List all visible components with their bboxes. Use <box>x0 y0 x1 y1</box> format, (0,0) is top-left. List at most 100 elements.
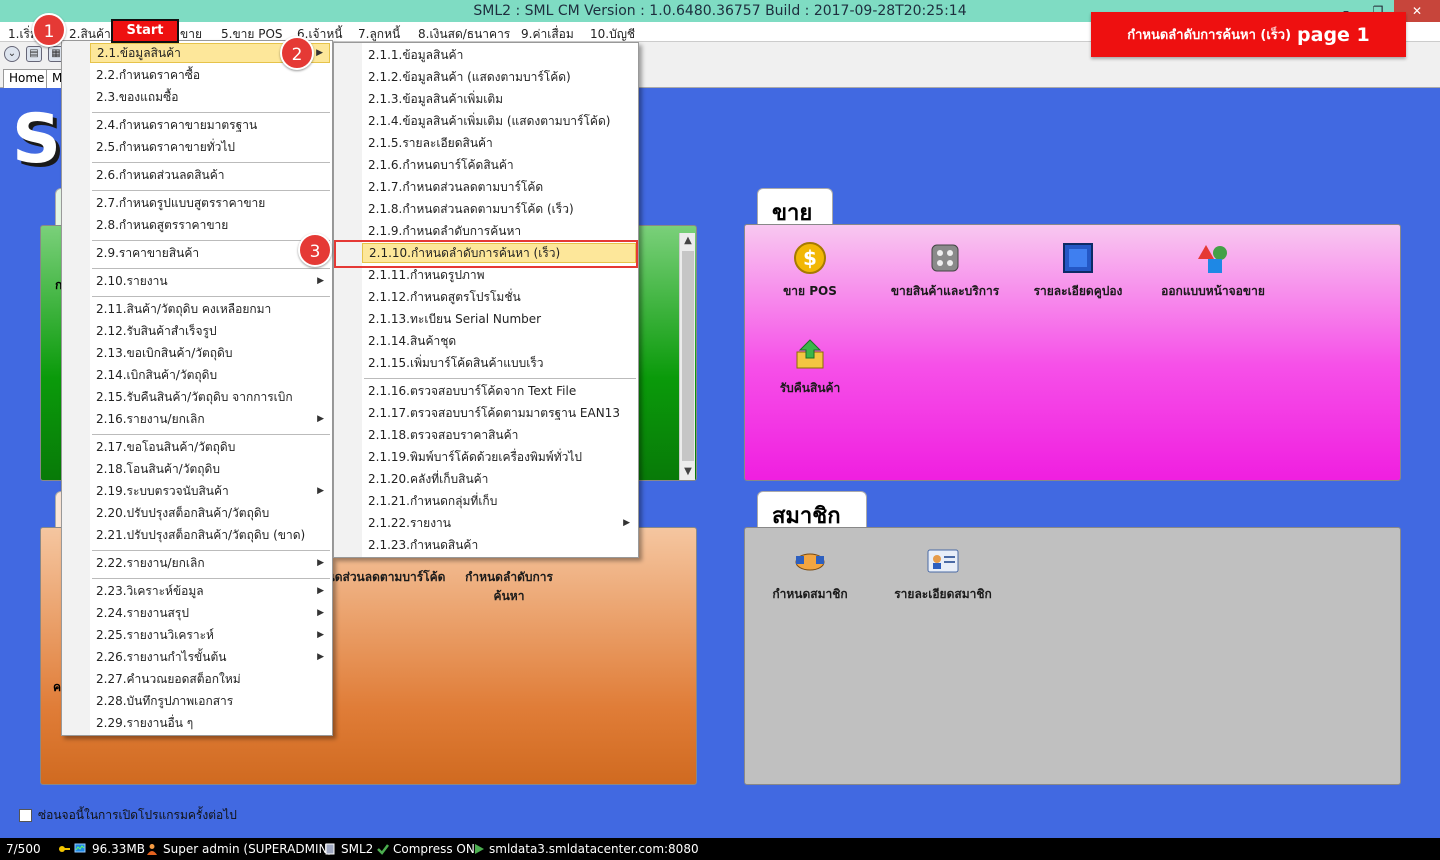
menu-2-1-4[interactable]: 2.1.4.ข้อมูลสินค้าเพิ่มเติม (แสดงตามบาร์… <box>362 111 636 131</box>
menu-2-1-23[interactable]: 2.1.23.กำหนดสินค้า <box>362 535 636 555</box>
tile-design-screen[interactable]: ออกแบบหน้าจอขาย <box>1138 241 1288 301</box>
chevron-down-icon[interactable]: ⌄ <box>4 46 20 62</box>
menu-2-26[interactable]: 2.26.รายงานกำไรขั้นต้น ▶ <box>90 647 330 667</box>
menu-2-1-20[interactable]: 2.1.20.คลังที่เก็บสินค้า <box>362 469 636 489</box>
menu-2-17[interactable]: 2.17.ขอโอนสินค้า/วัตถุดิบ <box>90 437 330 457</box>
menu-separator <box>92 578 330 579</box>
menu-2-10[interactable]: 2.10.รายงาน ▶ <box>90 271 330 291</box>
app-logo: S <box>12 100 61 179</box>
tile-sale-service[interactable]: ขายสินค้าและบริการ <box>870 241 1020 301</box>
submenu-arrow-icon: ▶ <box>316 48 323 58</box>
start-callout: Start <box>111 19 179 43</box>
tile-define-member[interactable]: กำหนดสมาชิก <box>735 544 885 604</box>
member-panel-tab: สมาชิก <box>757 491 867 529</box>
menu-2-1-9[interactable]: 2.1.9.กำหนดลำดับการค้นหา <box>362 221 636 241</box>
menu-2-1-11[interactable]: 2.1.11.กำหนดรูปภาพ <box>362 265 636 285</box>
scroll-down-icon[interactable]: ▼ <box>680 464 696 480</box>
scroll-up-icon[interactable]: ▲ <box>680 233 696 249</box>
status-memory: 96.33MB <box>92 842 145 856</box>
menu-2-5[interactable]: 2.5.กำหนดราคาขายทั่วไป <box>90 137 330 157</box>
menu-2-15[interactable]: 2.15.รับคืนสินค้า/วัตถุดิบ จากการเบิก <box>90 387 330 407</box>
menu-2-14[interactable]: 2.14.เบิกสินค้า/วัตถุดิบ <box>90 365 330 385</box>
menu-2-8[interactable]: 2.8.กำหนดสูตรราคาขาย <box>90 215 330 235</box>
highlight-box <box>334 240 638 268</box>
submenu-arrow-icon: ▶ <box>317 630 324 640</box>
status-count: 7/500 <box>6 842 41 856</box>
step-badge-1: 1 <box>32 13 66 47</box>
svg-text:$: $ <box>803 246 817 270</box>
status-server: smldata3.smldatacenter.com:8080 <box>489 842 699 856</box>
menu-2-3[interactable]: 2.3.ของแถมซื้อ <box>90 87 330 107</box>
submenu-arrow-icon: ▶ <box>317 276 324 286</box>
status-bar: 7/500 96.33MB Super admin (SUPERADMIN) S… <box>0 838 1440 860</box>
submenu-arrow-icon: ▶ <box>317 414 324 424</box>
tile-member-detail[interactable]: รายละเอียดสมาชิก <box>868 544 1018 604</box>
menu-2-16[interactable]: 2.16.รายงาน/ยกเลิก ▶ <box>90 409 330 429</box>
menu-separator <box>92 240 330 241</box>
menu-2-22[interactable]: 2.22.รายงาน/ยกเลิก ▶ <box>90 553 330 573</box>
menu-2-6[interactable]: 2.6.กำหนดส่วนลดสินค้า <box>90 165 330 185</box>
menu-2-27[interactable]: 2.27.คำนวณยอดสต็อกใหม่ <box>90 669 330 689</box>
status-user: Super admin (SUPERADMIN) <box>163 842 333 856</box>
menu-2-13[interactable]: 2.13.ขอเบิกสินค้า/วัตถุดิบ <box>90 343 330 363</box>
menu-2-25[interactable]: 2.25.รายงานวิเคราะห์ ▶ <box>90 625 330 645</box>
member-card-icon <box>927 549 959 573</box>
tile-return-goods[interactable]: รับคืนสินค้า <box>735 338 885 398</box>
menu-2-1-14[interactable]: 2.1.14.สินค้าชุด <box>362 331 636 351</box>
check-icon <box>377 844 389 855</box>
menu-2-20[interactable]: 2.20.ปรับปรุงสต็อกสินค้า/วัตถุดิบ <box>90 503 330 523</box>
panel-scrollbar[interactable]: ▲ ▼ <box>679 233 695 480</box>
step-badge-2: 2 <box>280 36 314 70</box>
menu-2-23[interactable]: 2.23.วิเคราะห์ข้อมูล ▶ <box>90 581 330 601</box>
submenu-arrow-icon: ▶ <box>317 486 324 496</box>
inventory-menu: 2.1.ข้อมูลสินค้า ▶ 2.2.กำหนดราคาซื้อ 2.3.… <box>61 40 333 736</box>
menu-2-1-22[interactable]: 2.1.22.รายงาน ▶ <box>362 513 636 533</box>
menu-2-11[interactable]: 2.11.สินค้า/วัตถุดิบ คงเหลือยกมา <box>90 299 330 319</box>
menu-2-1-6[interactable]: 2.1.6.กำหนดบาร์โค้ดสินค้า <box>362 155 636 175</box>
hide-screen-label: ซ่อนจอนี้ในการเปิดโปรแกรมครั้งต่อไป <box>38 808 237 822</box>
menu-2-1-5[interactable]: 2.1.5.รายละเอียดสินค้า <box>362 133 636 153</box>
menu-2-21[interactable]: 2.21.ปรับปรุงสต็อกสินค้า/วัตถุดิบ (ขาด) <box>90 525 330 545</box>
panel-icon[interactable]: ▤ <box>26 46 42 62</box>
menu-2-1-13[interactable]: 2.1.13.ทะเบียน Serial Number <box>362 309 636 329</box>
coupon-icon <box>1063 243 1093 273</box>
sale-panel-tab: ขาย <box>757 188 833 226</box>
menu-separator <box>92 550 330 551</box>
banner-page: page 1 <box>1297 23 1370 46</box>
menu-2-4[interactable]: 2.4.กำหนดราคาขายมาตรฐาน <box>90 115 330 135</box>
tab-home[interactable]: Home <box>3 69 51 88</box>
menu-2-1-7[interactable]: 2.1.7.กำหนดส่วนลดตามบาร์โค้ด <box>362 177 636 197</box>
shapes-icon <box>1198 245 1227 273</box>
menu-2-1-3[interactable]: 2.1.3.ข้อมูลสินค้าเพิ่มเติม <box>362 89 636 109</box>
menu-separator <box>364 378 636 379</box>
menu-2-1-21[interactable]: 2.1.21.กำหนดกลุ่มที่เก็บ <box>362 491 636 511</box>
scroll-thumb[interactable] <box>682 251 694 461</box>
menu-2-18[interactable]: 2.18.โอนสินค้า/วัตถุดิบ <box>90 459 330 479</box>
menu-separator <box>92 112 330 113</box>
status-app: SML2 <box>341 842 374 856</box>
menu-2-1-8[interactable]: 2.1.8.กำหนดส่วนลดตามบาร์โค้ด (เร็ว) <box>362 199 636 219</box>
submenu-arrow-icon: ▶ <box>623 518 630 528</box>
menu-2-1-18[interactable]: 2.1.18.ตรวจสอบราคาสินค้า <box>362 425 636 445</box>
menu-2-1-16[interactable]: 2.1.16.ตรวจสอบบาร์โค้ดจาก Text File <box>362 381 636 401</box>
menu-2-1-1[interactable]: 2.1.1.ข้อมูลสินค้า <box>362 45 636 65</box>
submenu-arrow-icon: ▶ <box>317 558 324 568</box>
menu-2-29[interactable]: 2.29.รายงานอื่น ๆ <box>90 713 330 733</box>
hide-screen-checkbox[interactable] <box>19 809 32 822</box>
tile-pos[interactable]: $ ขาย POS <box>735 241 885 301</box>
menu-2-1-17[interactable]: 2.1.17.ตรวจสอบบาร์โค้ดตามมาตรฐาน EAN13 <box>362 403 636 423</box>
menu-2-28[interactable]: 2.28.บันทึกรูปภาพเอกสาร <box>90 691 330 711</box>
calculator-icon <box>931 244 959 272</box>
menu-2-1-15[interactable]: 2.1.15.เพิ่มบาร์โค้ดสินค้าแบบเร็ว <box>362 353 636 373</box>
menu-2-24[interactable]: 2.24.รายงานสรุป ▶ <box>90 603 330 623</box>
menu-2-12[interactable]: 2.12.รับสินค้าสำเร็จรูป <box>90 321 330 341</box>
tile-coupon[interactable]: รายละเอียดคูปอง <box>1003 241 1153 301</box>
menu-2-9[interactable]: 2.9.ราคาขายสินค้า <box>90 243 330 263</box>
menu-2-19[interactable]: 2.19.ระบบตรวจนับสินค้า ▶ <box>90 481 330 501</box>
menu-2-1-2[interactable]: 2.1.2.ข้อมูลสินค้า (แสดงตามบาร์โค้ด) <box>362 67 636 87</box>
menu-2-1-12[interactable]: 2.1.12.กำหนดสูตรโปรโมชั่น <box>362 287 636 307</box>
menu-2-1-19[interactable]: 2.1.19.พิมพ์บาร์โค้ดด้วยเครื่องพิมพ์ทั่ว… <box>362 447 636 467</box>
menu-2-7[interactable]: 2.7.กำหนดรูปแบบสูตรราคาขาย <box>90 193 330 213</box>
menu-separator <box>92 190 330 191</box>
hide-screen-option[interactable]: ซ่อนจอนี้ในการเปิดโปรแกรมครั้งต่อไป <box>19 806 237 825</box>
